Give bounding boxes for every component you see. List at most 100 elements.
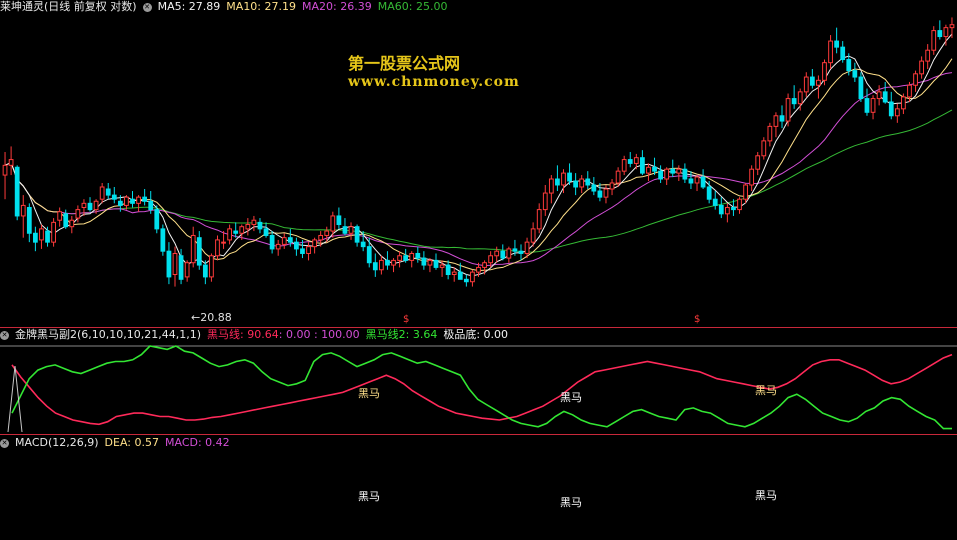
candle-down xyxy=(445,264,451,276)
candle-up xyxy=(536,209,542,230)
candle-down xyxy=(178,255,184,280)
candle-down xyxy=(864,98,870,113)
candle-down xyxy=(294,241,299,250)
candle-up xyxy=(797,91,803,105)
candle-up xyxy=(506,248,512,259)
candle-down xyxy=(154,209,160,230)
candle-down xyxy=(105,188,111,196)
candle-down xyxy=(433,259,439,268)
candle-up xyxy=(427,259,433,266)
candle-up xyxy=(894,108,900,117)
candle-up xyxy=(901,96,906,110)
candle-up xyxy=(136,196,141,204)
s-mark-2: $ xyxy=(694,314,701,325)
candle-up xyxy=(561,172,566,186)
candle-down xyxy=(111,194,117,200)
candle-down xyxy=(779,115,785,122)
heima-line xyxy=(11,353,953,426)
candle-up xyxy=(318,234,324,241)
candle-up xyxy=(397,255,402,261)
candle-down xyxy=(834,40,840,48)
candle-up xyxy=(609,182,615,190)
candle-down xyxy=(852,70,858,78)
candle-down xyxy=(597,190,603,198)
candle-down xyxy=(718,204,724,215)
candle-down xyxy=(287,237,293,243)
candle-up xyxy=(488,255,494,264)
candle-down xyxy=(263,228,269,236)
candle-up xyxy=(737,198,742,211)
candle-up xyxy=(348,226,354,234)
candle-up xyxy=(633,157,639,164)
candle-down xyxy=(14,166,20,217)
candlestick-chart xyxy=(2,17,955,287)
signal-label-ind-2: 黑马 xyxy=(560,391,582,404)
candle-up xyxy=(870,98,876,113)
candle-down xyxy=(148,200,154,211)
candle-down xyxy=(117,200,123,206)
candle-up xyxy=(81,202,87,209)
candle-down xyxy=(700,176,706,188)
candle-down xyxy=(415,252,421,259)
candle-up xyxy=(876,91,882,100)
chart-canvas xyxy=(0,17,957,433)
candle-down xyxy=(45,230,50,243)
candle-up xyxy=(51,221,56,243)
candle-up xyxy=(579,178,585,188)
candle-up xyxy=(664,168,670,180)
signal-label-ind-3: 黑马 xyxy=(755,384,777,397)
candle-down xyxy=(63,213,69,228)
candle-up xyxy=(816,79,821,86)
candle-up xyxy=(378,259,384,271)
candle-up xyxy=(743,184,748,200)
candle-up xyxy=(172,252,178,276)
candle-up xyxy=(524,241,530,254)
candle-up xyxy=(615,170,621,184)
candle-down xyxy=(202,264,208,278)
ma10-line xyxy=(4,58,953,272)
candle-down xyxy=(269,234,275,250)
candle-down xyxy=(457,271,463,280)
candle-down xyxy=(166,250,172,278)
ma20-line xyxy=(4,72,953,267)
candle-up xyxy=(548,178,554,194)
candle-up xyxy=(542,192,548,211)
candle-down xyxy=(567,172,572,182)
candle-up xyxy=(785,98,791,122)
candle-up xyxy=(20,204,26,217)
candle-down xyxy=(196,237,202,266)
candle-down xyxy=(233,230,239,234)
indicator-chart xyxy=(0,345,957,433)
candle-up xyxy=(75,209,81,219)
candle-up xyxy=(245,224,251,230)
candle-down xyxy=(160,228,166,252)
candle-down xyxy=(658,170,663,180)
signal-label-ind-1: 黑马 xyxy=(358,387,380,400)
signal-label-macd-3: 黑马 xyxy=(755,489,777,502)
candle-up xyxy=(530,228,536,243)
candle-down xyxy=(682,168,688,180)
candle-down xyxy=(87,202,93,211)
candle-up xyxy=(39,228,44,241)
candle-down xyxy=(403,255,409,261)
candle-up xyxy=(773,115,779,127)
candle-up xyxy=(124,196,129,206)
candle-up xyxy=(646,166,651,174)
ma5-line xyxy=(4,33,953,277)
candle-down xyxy=(512,248,518,252)
candle-down xyxy=(712,198,718,206)
candle-up xyxy=(281,237,287,245)
candle-up xyxy=(761,140,767,157)
candle-up xyxy=(439,264,445,268)
candle-down xyxy=(142,196,148,202)
candle-down xyxy=(300,248,305,254)
candle-down xyxy=(882,91,888,103)
candle-down xyxy=(888,101,894,117)
candle-up xyxy=(949,24,955,29)
candle-down xyxy=(500,250,506,259)
candle-up xyxy=(409,252,415,261)
candle-up xyxy=(330,215,336,232)
candle-down xyxy=(421,257,427,266)
candle-up xyxy=(749,168,755,186)
candle-up xyxy=(803,76,809,93)
